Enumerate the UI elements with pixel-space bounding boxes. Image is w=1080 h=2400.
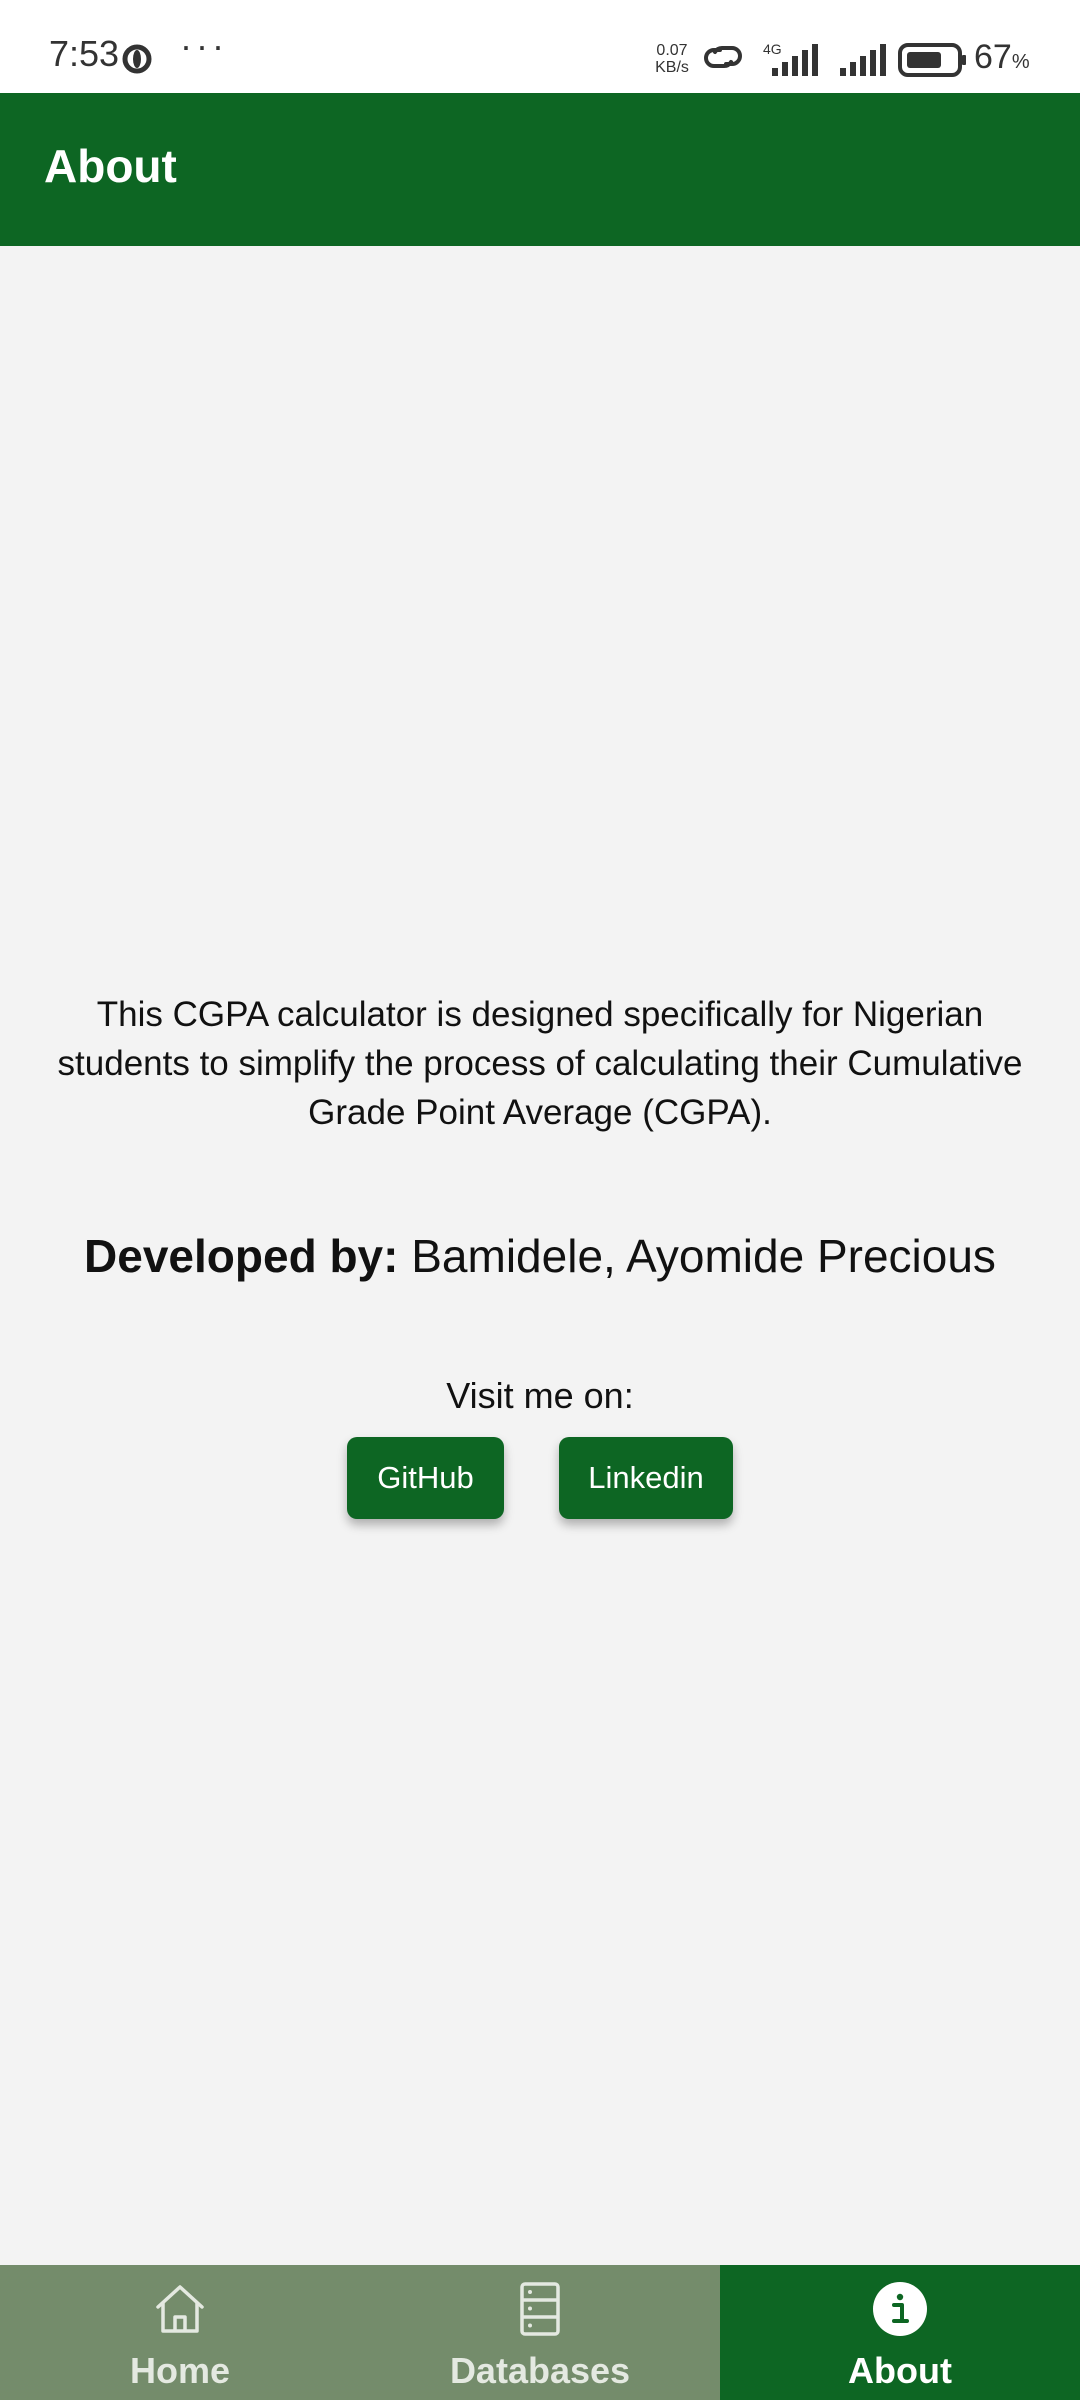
battery-level: 67% xyxy=(974,40,1030,74)
net-speed-value: 0.07 xyxy=(656,42,688,59)
status-time: 7:53 xyxy=(49,33,120,74)
database-icon xyxy=(520,2282,560,2336)
nav-item-about[interactable]: About xyxy=(720,2265,1080,2400)
app-bar: About xyxy=(0,93,1080,246)
battery-value: 67 xyxy=(974,38,1012,76)
net-speed: 0.07 KB/s xyxy=(652,42,692,76)
nav-item-home[interactable]: Home xyxy=(0,2265,360,2400)
developer-name: Bamidele, Ayomide Precious xyxy=(411,1230,996,1282)
nav-item-databases[interactable]: Databases xyxy=(360,2265,720,2400)
page-title: About xyxy=(44,140,177,192)
signal-icon xyxy=(772,44,818,76)
developer-label: Developed by: xyxy=(84,1230,399,1282)
battery-icon xyxy=(898,43,966,77)
nav-label-home: Home xyxy=(129,2350,231,2391)
bottom-navigation: Home Databases About xyxy=(0,2265,1080,2400)
github-button[interactable]: GitHub xyxy=(347,1437,504,1519)
info-icon xyxy=(873,2282,927,2336)
link-icon xyxy=(704,45,742,69)
net-speed-unit: KB/s xyxy=(655,59,689,76)
signal-icon xyxy=(840,44,886,76)
home-icon xyxy=(156,2285,204,2333)
developer-line: Developed by: Bamidele, Ayomide Precious xyxy=(0,1226,1080,1286)
nav-label-databases: Databases xyxy=(449,2350,631,2391)
nav-label-about: About xyxy=(848,2350,952,2391)
battery-unit: % xyxy=(1011,51,1030,73)
status-bar: 7:53 ··· 0.07 KB/s 4G 67% xyxy=(0,0,1080,93)
more-notifications-icon: ··· xyxy=(180,25,228,66)
o-circle-icon xyxy=(122,44,152,74)
about-description: This CGPA calculator is designed specifi… xyxy=(57,995,1023,1132)
linkedin-button[interactable]: Linkedin xyxy=(559,1437,733,1519)
visit-label: Visit me on: xyxy=(446,1375,634,1416)
